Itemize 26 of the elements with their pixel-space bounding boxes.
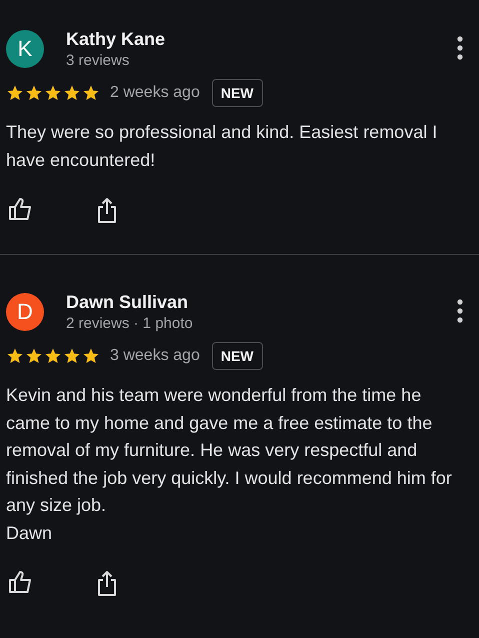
review-text: Kevin and his team were wonderful from the time he came to my home and gave me a free estimate to the removal of my furniture. He was very respectful and finished the job very quickly. I would recommend him for any size job. Dawn xyxy=(6,384,453,544)
star-icon xyxy=(82,347,100,365)
avatar: K xyxy=(6,30,44,68)
new-badge: NEW xyxy=(212,79,263,107)
vertical-dots-icon xyxy=(457,36,463,60)
star-icon xyxy=(82,84,100,102)
star-icon xyxy=(25,84,43,102)
share-button[interactable] xyxy=(96,569,118,597)
star-icon xyxy=(25,347,43,365)
star-icon xyxy=(44,347,62,365)
avatar: D xyxy=(6,293,44,331)
reviewer-name[interactable]: Dawn Sullivan xyxy=(66,292,425,313)
star-icon xyxy=(63,347,81,365)
review-time: 3 weeks ago xyxy=(110,347,200,365)
new-badge: NEW xyxy=(212,342,263,370)
star-icon xyxy=(63,84,81,102)
star-icon xyxy=(6,84,24,102)
reviewer-name[interactable]: Kathy Kane xyxy=(66,29,425,50)
review-count: 3 reviews xyxy=(66,52,130,69)
review-text: They were so professional and kind. Easiest removal I have encountered! xyxy=(6,121,438,172)
vertical-dots-icon xyxy=(457,299,463,323)
review-time: 2 weeks ago xyxy=(110,84,200,102)
review-count: 2 reviews · 1 photo xyxy=(66,315,194,332)
star-icon xyxy=(6,347,24,365)
share-button[interactable] xyxy=(96,196,118,224)
star-icon xyxy=(44,84,62,102)
